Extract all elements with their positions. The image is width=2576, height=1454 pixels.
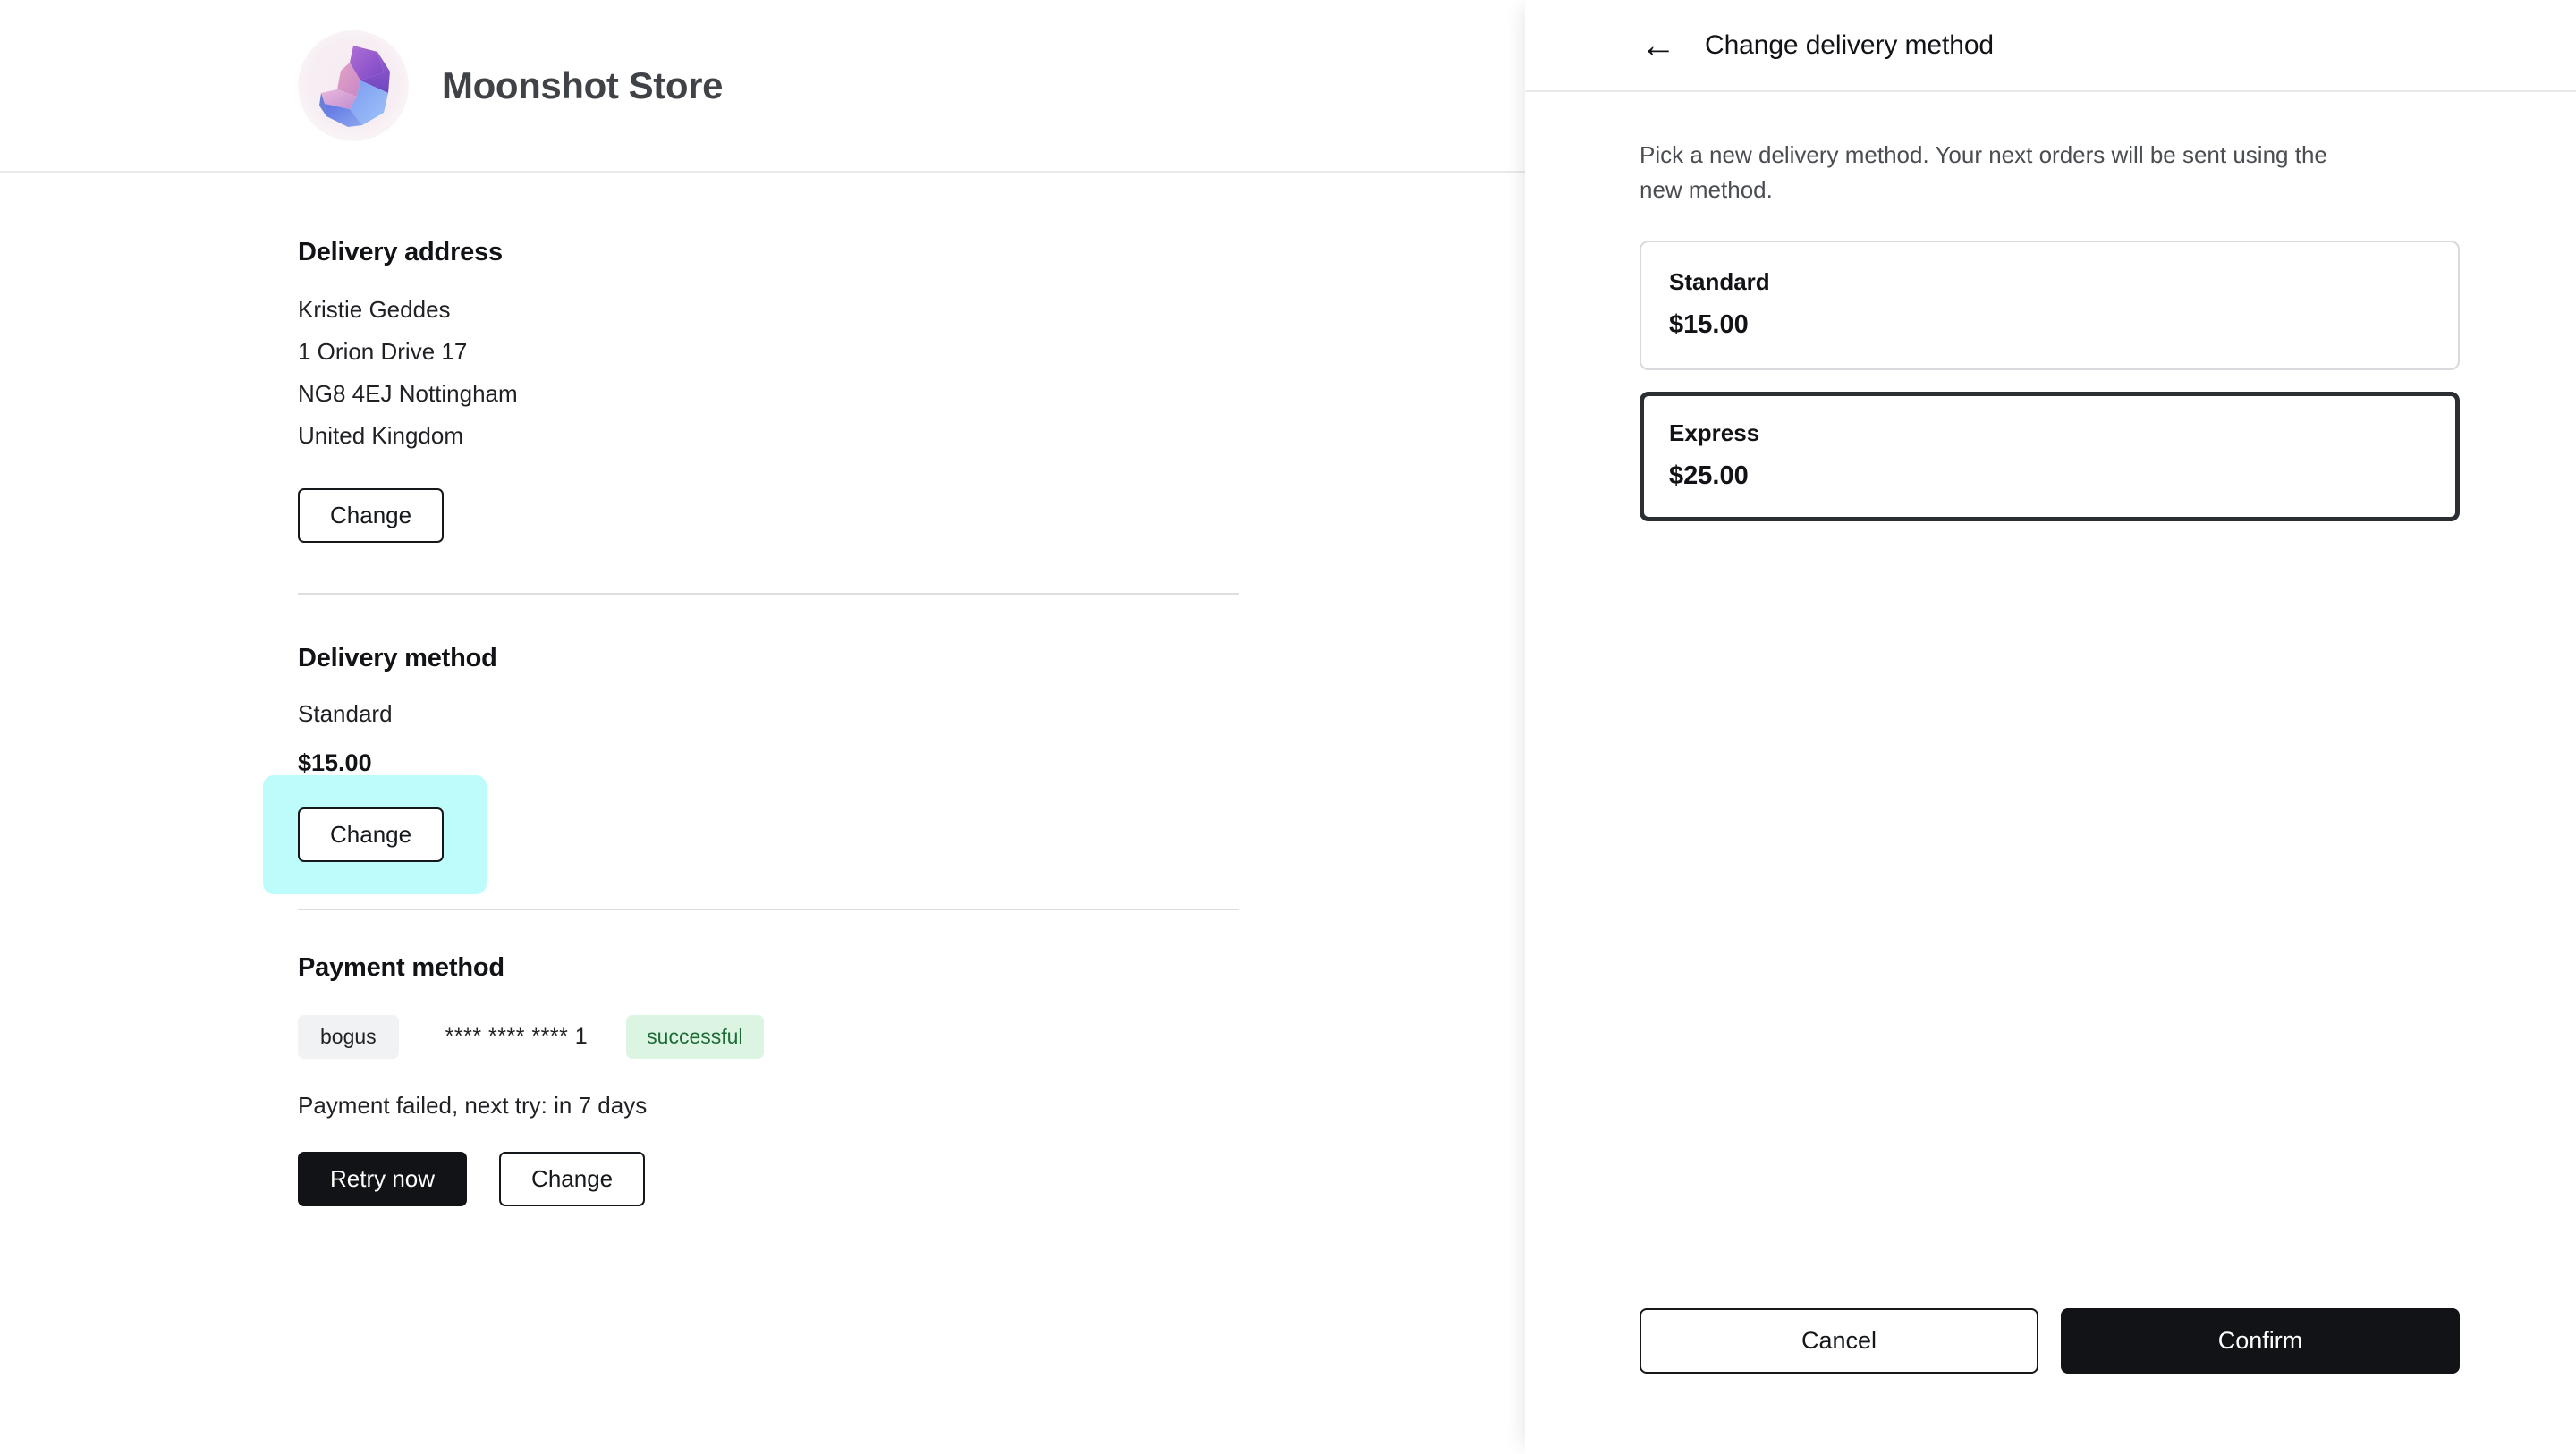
delivery-method-price: $15.00 <box>298 749 372 776</box>
payment-method-section: Payment method bogus **** **** **** 1 su… <box>298 910 1525 1206</box>
option-price: $25.00 <box>1669 461 1749 490</box>
delivery-method-section: Delivery method Standard $15.00 Change <box>263 595 1525 894</box>
left-content-pane: Moonshot Store Delivery address Kristie … <box>0 0 1525 1454</box>
delivery-method-name: Standard <box>298 700 393 727</box>
gem-crystal-icon <box>298 30 409 141</box>
option-name: Standard <box>1669 268 1770 295</box>
checkout-subscription-page: Moonshot Store Delivery address Kristie … <box>0 0 2576 1454</box>
change-payment-method-button[interactable]: Change <box>499 1152 646 1206</box>
option-price: $15.00 <box>1669 310 1749 339</box>
store-name: Moonshot Store <box>442 63 724 106</box>
arrow-left-icon[interactable]: ← <box>1640 28 1677 63</box>
card-number-mask: **** **** **** 1 <box>445 1024 589 1049</box>
click-highlight-overlay: Change <box>263 775 487 894</box>
delivery-method-title: Delivery method <box>298 644 497 672</box>
payment-summary-row: bogus **** **** **** 1 successful <box>298 1015 1525 1059</box>
delivery-option-express[interactable]: Express $25.00 <box>1640 392 2460 521</box>
address-line: 1 Orion Drive 17 <box>298 338 468 365</box>
confirm-button[interactable]: Confirm <box>2061 1308 2460 1374</box>
payment-provider-tag: bogus <box>298 1015 399 1059</box>
address-line: NG8 4EJ Nottingham <box>298 380 518 407</box>
cancel-button[interactable]: Cancel <box>1640 1308 2038 1374</box>
payment-actions: Retry now Change <box>298 1152 1525 1206</box>
panel-header: ← Change delivery method <box>1525 0 2576 92</box>
delivery-address-title: Delivery address <box>298 238 503 266</box>
delivery-address-section: Delivery address Kristie Geddes 1 Orion … <box>298 173 1525 543</box>
change-delivery-method-panel: ← Change delivery method Pick a new deli… <box>1525 0 2576 1454</box>
option-name: Express <box>1669 419 1760 446</box>
panel-title: Change delivery method <box>1705 30 1994 60</box>
left-sections: Delivery address Kristie Geddes 1 Orion … <box>0 173 1525 1206</box>
address-line: Kristie Geddes <box>298 296 451 323</box>
change-delivery-method-button[interactable]: Change <box>298 807 445 862</box>
payment-failure-note: Payment failed, next try: in 7 days <box>298 1092 648 1119</box>
panel-body: Pick a new delivery method. Your next or… <box>1525 92 2576 1308</box>
change-delivery-address-button[interactable]: Change <box>298 488 445 543</box>
store-header: Moonshot Store <box>0 0 1525 173</box>
delivery-method-options: Standard $15.00 Express $25.00 <box>1640 241 2460 521</box>
payment-method-title: Payment method <box>298 953 504 982</box>
retry-payment-button[interactable]: Retry now <box>298 1152 468 1206</box>
address-line: United Kingdom <box>298 422 463 449</box>
panel-description: Pick a new delivery method. Your next or… <box>1640 141 2327 203</box>
payment-status-badge: successful <box>626 1015 764 1059</box>
delivery-option-standard[interactable]: Standard $15.00 <box>1640 241 2460 370</box>
panel-footer: Cancel Confirm <box>1525 1308 2576 1454</box>
